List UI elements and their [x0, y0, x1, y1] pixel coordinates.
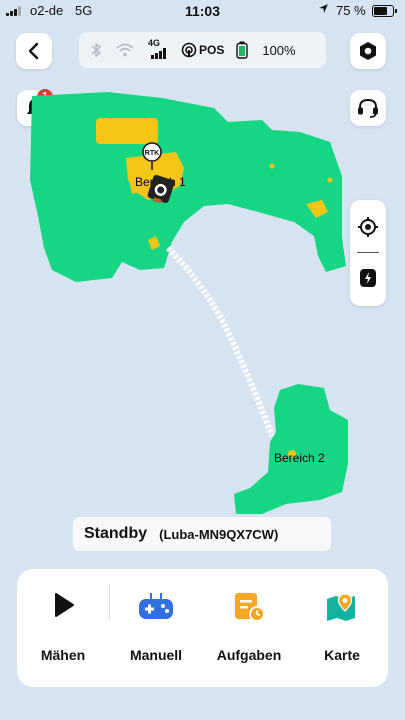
- map-label: Karte: [324, 647, 360, 663]
- action-divider: [109, 584, 110, 620]
- tasks-button[interactable]: Aufgaben: [203, 569, 295, 687]
- manual-label: Manuell: [129, 647, 183, 663]
- zone-area-2[interactable]: [234, 384, 348, 514]
- play-icon: [55, 593, 74, 617]
- zone-label-2: Bereich 2: [274, 451, 325, 465]
- locate-button[interactable]: [350, 210, 386, 244]
- device-status-pill: Standby (Luba-MN9QX7CW): [73, 517, 331, 551]
- action-bar: Mähen Manuell Aufgaben Karte: [17, 569, 388, 687]
- tasks-icon: [235, 593, 265, 622]
- gamepad-icon: [139, 593, 173, 619]
- mower-icon: [360, 269, 376, 287]
- crosshair-icon: [358, 217, 378, 237]
- tasks-label: Aufgaben: [216, 647, 282, 663]
- side-divider: [357, 252, 379, 253]
- map-side-controls: [350, 200, 386, 306]
- manual-button[interactable]: Manuell: [110, 569, 202, 687]
- mow-button[interactable]: Mähen: [17, 569, 109, 687]
- map-pin-icon: [327, 593, 355, 621]
- mow-label: Mähen: [40, 647, 86, 663]
- zone-area-1[interactable]: [30, 92, 346, 282]
- device-state: Standby: [84, 525, 148, 542]
- rtk-label: RTK: [145, 150, 159, 157]
- mowing-path: [165, 245, 275, 438]
- device-id: (Luba-MN9QX7CW): [159, 526, 279, 542]
- mower-center-button[interactable]: [350, 260, 386, 296]
- map-button[interactable]: Karte: [296, 569, 388, 687]
